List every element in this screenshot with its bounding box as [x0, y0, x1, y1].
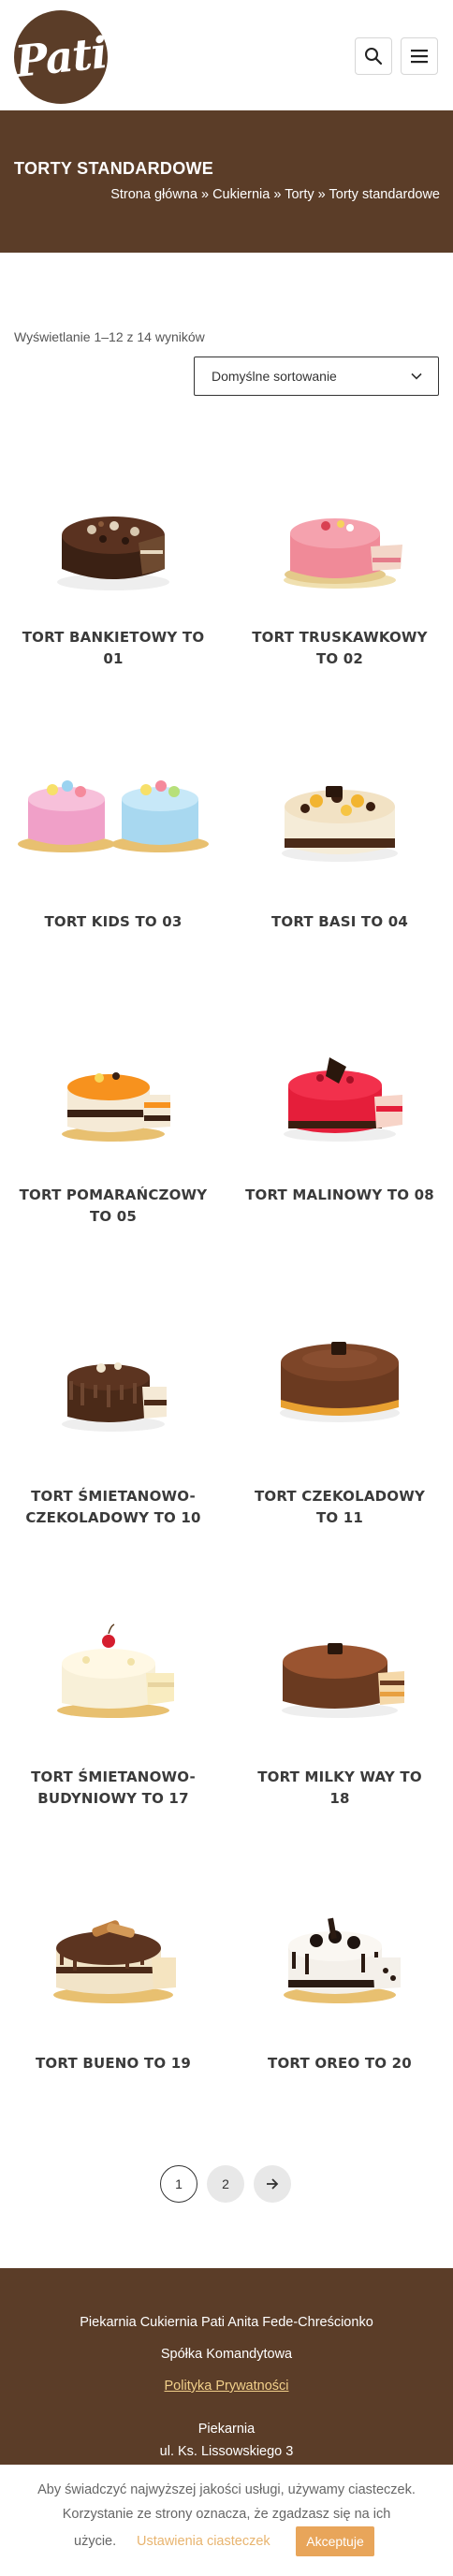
sort-select[interactable]: Domyślne sortowanie	[194, 357, 439, 396]
product-card[interactable]: TORT MILKY WAY TO 18	[226, 1581, 453, 1834]
footer-company-name: Piekarnia Cukiernia Pati Anita Fede-Chre…	[80, 2315, 373, 2330]
cake-chocolate-glaze-image[interactable]	[260, 1310, 419, 1441]
arrow-right-icon	[267, 2178, 279, 2190]
product-card[interactable]: TORT CZEKOLADOWY TO 11	[226, 1282, 453, 1553]
breadcrumb-home[interactable]: Strona główna	[110, 187, 197, 202]
product-card[interactable]: TORT BUENO TO 19	[0, 1862, 226, 2115]
cake-kids-pastel-image[interactable]	[15, 749, 212, 870]
product-title[interactable]: TORT MALINOWY TO 08	[245, 1185, 434, 1206]
breadcrumb-separator: »	[317, 187, 326, 202]
product-card[interactable]: TORT BANKIETOWY TO 01	[0, 440, 226, 692]
product-title[interactable]: TORT BUENO TO 19	[19, 2053, 208, 2074]
next-page-button[interactable]	[254, 2165, 291, 2203]
product-title[interactable]: TORT CZEKOLADOWY TO 11	[245, 1486, 434, 1529]
privacy-policy-link[interactable]: Polityka Prywatności	[165, 2379, 289, 2394]
footer-company-type: Spółka Komandytowa	[160, 2347, 293, 2362]
cake-milky-way-image[interactable]	[260, 1606, 419, 1737]
cookie-text: Aby świadczyć najwyższej jakości usługi,…	[37, 2482, 416, 2522]
product-card[interactable]: TORT POMARAŃCZOWY TO 05	[0, 1001, 226, 1254]
product-card[interactable]: TORT MALINOWY TO 08	[226, 1001, 453, 1254]
product-title[interactable]: TORT TRUSKAWKOWY TO 02	[245, 627, 434, 670]
search-icon	[365, 48, 383, 65]
hamburger-menu-icon	[411, 50, 428, 64]
breadcrumb-separator: »	[273, 187, 282, 202]
result-count: Wyświetlanie 1–12 z 14 wyników	[14, 329, 205, 344]
product-title[interactable]: TORT ŚMIETANOWO-BUDYNIOWY TO 17	[19, 1767, 208, 1810]
cookie-settings-link[interactable]: Ustawienia ciasteczek	[137, 2534, 270, 2549]
page-1-button[interactable]: 1	[160, 2165, 197, 2203]
cake-oreo-image[interactable]	[260, 1890, 419, 2021]
cake-raspberry-image[interactable]	[260, 1029, 419, 1160]
product-card[interactable]: TORT ŚMIETANOWO-BUDYNIOWY TO 17	[0, 1581, 226, 1834]
cake-cream-pudding-image[interactable]	[34, 1606, 193, 1737]
product-card[interactable]: TORT KIDS TO 03	[0, 720, 226, 973]
footer-section-title: Piekarnia	[197, 2422, 256, 2437]
product-title[interactable]: TORT KIDS TO 03	[19, 911, 208, 933]
product-card[interactable]: TORT TRUSKAWKOWY TO 02	[226, 440, 453, 692]
cookie-accept-button[interactable]: Akceptuje	[296, 2526, 374, 2556]
cake-chocolate-crumb-image[interactable]	[34, 477, 193, 608]
page-2-button[interactable]: 2	[207, 2165, 244, 2203]
cookie-text-end: użycie.	[74, 2534, 117, 2549]
breadcrumb-torty[interactable]: Torty	[285, 187, 314, 202]
cake-cream-chocolate-image[interactable]	[34, 1319, 193, 1450]
product-title[interactable]: TORT ŚMIETANOWO-CZEKOLADOWY TO 10	[19, 1486, 208, 1529]
sort-label: Domyślne sortowanie	[212, 369, 337, 384]
product-title[interactable]: TORT BASI TO 04	[245, 911, 434, 933]
breadcrumb-current: Torty standardowe	[329, 187, 440, 202]
cookie-banner: Aby świadczyć najwyższej jakości usługi,…	[0, 2465, 453, 2576]
product-title[interactable]: TORT BANKIETOWY TO 01	[19, 627, 208, 670]
search-button[interactable]	[355, 37, 392, 75]
breadcrumb-cukiernia[interactable]: Cukiernia	[212, 187, 270, 202]
cookie-actions: użycie. Ustawienia ciasteczek Akceptuje	[0, 2526, 453, 2556]
product-title[interactable]: TORT POMARAŃCZOWY TO 05	[19, 1185, 208, 1228]
cake-bueno-image[interactable]	[34, 1890, 193, 2021]
logo-text: Pati	[12, 27, 110, 87]
site-header: Pati	[0, 0, 453, 110]
cake-basi-cream-image[interactable]	[260, 749, 419, 880]
product-card[interactable]: TORT ŚMIETANOWO-CZEKOLADOWY TO 10	[0, 1282, 226, 1553]
product-card[interactable]: TORT BASI TO 04	[226, 720, 453, 973]
product-card[interactable]: TORT OREO TO 20	[226, 1862, 453, 2115]
menu-button[interactable]	[401, 37, 438, 75]
page-title: TORTY STANDARDOWE	[14, 159, 214, 178]
cake-strawberry-pink-image[interactable]	[260, 477, 419, 608]
breadcrumb: Strona główna » Cukiernia » Torty » Tort…	[110, 187, 440, 202]
product-title[interactable]: TORT MILKY WAY TO 18	[245, 1767, 434, 1810]
cake-orange-image[interactable]	[34, 1029, 193, 1160]
site-logo[interactable]: Pati	[12, 10, 110, 104]
page-banner: TORTY STANDARDOWE Strona główna » Cukier…	[0, 110, 453, 253]
breadcrumb-separator: »	[200, 187, 210, 202]
product-title[interactable]: TORT OREO TO 20	[245, 2053, 434, 2074]
footer-privacy-wrapper: Polityka Prywatności	[0, 2379, 453, 2394]
footer-address: ul. Ks. Lissowskiego 3	[159, 2444, 294, 2459]
pagination: 1 2	[0, 2165, 453, 2205]
chevron-down-icon	[411, 372, 422, 380]
